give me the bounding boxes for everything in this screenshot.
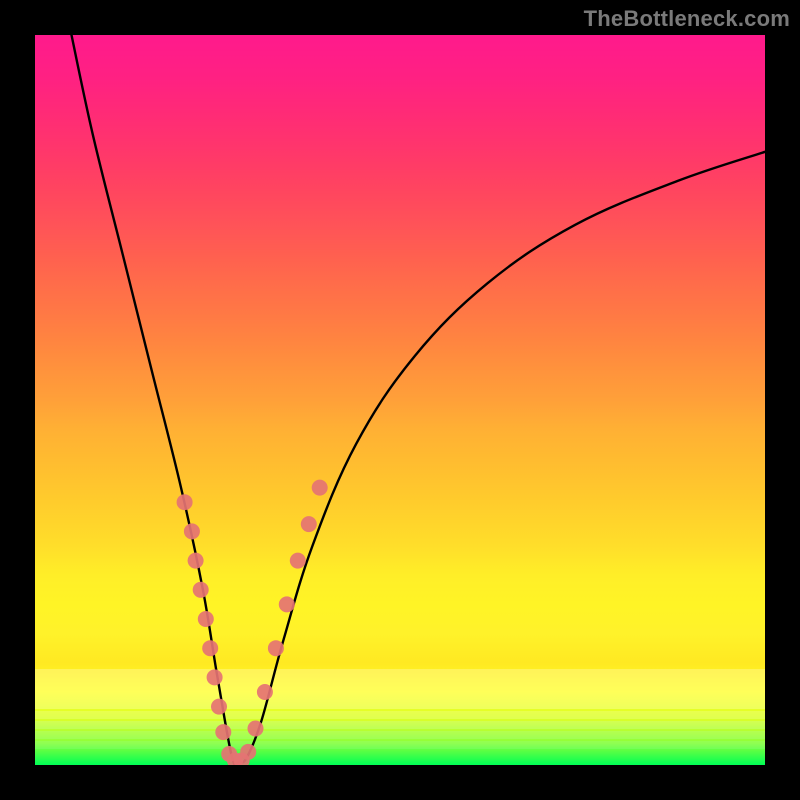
sample-dot (207, 669, 223, 685)
sample-dots-group (177, 480, 328, 765)
sample-dot (257, 684, 273, 700)
watermark-text: TheBottleneck.com (584, 6, 790, 32)
sample-dot (177, 494, 193, 510)
sample-dot (193, 582, 209, 598)
highlight-band (35, 669, 765, 709)
highlight-band (35, 731, 765, 739)
sample-dot (240, 744, 256, 760)
sample-dot (312, 480, 328, 496)
curve-layer (35, 35, 765, 765)
chart-frame: TheBottleneck.com (0, 0, 800, 800)
sample-dot (198, 611, 214, 627)
highlight-band (35, 741, 765, 749)
sample-dot (268, 640, 284, 656)
bottleneck-curve (72, 35, 766, 765)
sample-dot (279, 596, 295, 612)
sample-dot (211, 699, 227, 715)
plot-area (35, 35, 765, 765)
sample-dot (202, 640, 218, 656)
sample-dot (227, 753, 243, 765)
sample-dot (188, 553, 204, 569)
sample-dot (215, 724, 231, 740)
highlight-band (35, 711, 765, 719)
sample-dot (248, 721, 264, 737)
highlight-band (35, 721, 765, 729)
sample-dot (290, 553, 306, 569)
sample-dot (221, 746, 237, 762)
sample-dot (184, 523, 200, 539)
sample-dot (234, 753, 250, 765)
sample-dot (301, 516, 317, 532)
